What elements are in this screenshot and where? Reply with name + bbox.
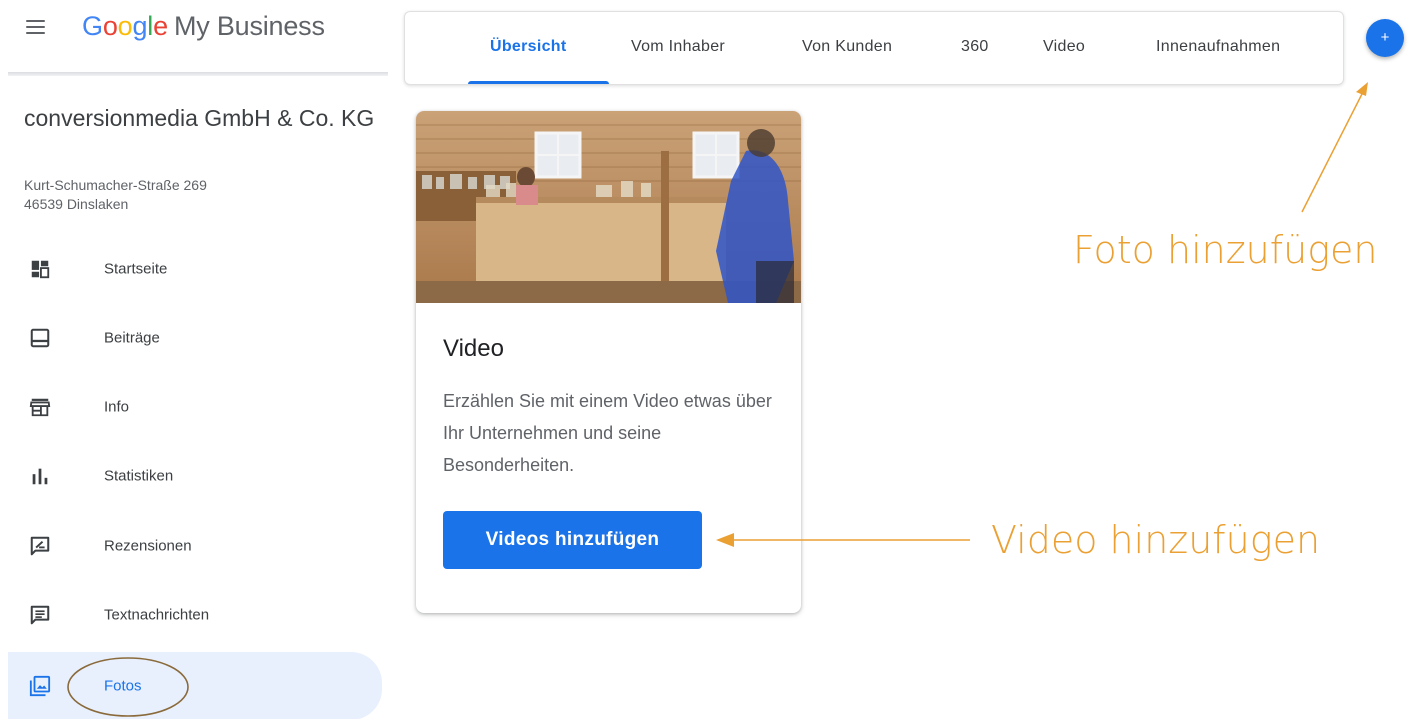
sidebar-item-statistiken[interactable]: Statistiken [8, 445, 382, 507]
sidebar-item-label: Statistiken [104, 467, 174, 485]
brand-product-name: My Business [173, 11, 325, 41]
photo-library-icon [29, 675, 51, 697]
tab-von-kunden[interactable]: Von Kunden [802, 38, 892, 56]
brand-letter: e [153, 11, 168, 41]
sidebar-item-label: Beiträge [104, 329, 160, 347]
sidebar-item-fotos[interactable]: Fotos [8, 652, 382, 719]
storefront-icon [29, 398, 51, 417]
tab-video[interactable]: Video [1043, 38, 1085, 56]
annotation-arrow-foto [1301, 91, 1364, 213]
tab-innenaufnahmen[interactable]: Innenaufnahmen [1156, 38, 1280, 56]
active-tab-indicator [468, 81, 609, 84]
brand-letter: o [102, 11, 118, 41]
brand-letter: g [132, 11, 148, 41]
review-icon [30, 536, 50, 556]
business-name: conversionmedia GmbH & Co. KG [24, 105, 375, 131]
sidebar-item-textnachrichten[interactable]: Textnachrichten [8, 584, 382, 646]
arrowhead-icon [1356, 82, 1368, 96]
video-card: Video Erzählen Sie mit einem Video etwas… [416, 111, 801, 613]
add-icon: + [1380, 29, 1390, 46]
brand-letter: G [82, 11, 103, 41]
sidebar-item-beitraege[interactable]: Beiträge [8, 307, 382, 369]
business-address: Kurt-Schumacher-Straße 269 46539 Dinslak… [24, 176, 207, 214]
sidebar-item-info[interactable]: Info [8, 376, 382, 438]
tab-360[interactable]: 360 [961, 38, 989, 56]
message-icon [30, 605, 50, 625]
add-videos-button[interactable]: Videos hinzufügen [443, 511, 702, 569]
annotation-video-label: Video hinzufügen [991, 518, 1321, 562]
hamburger-menu-icon[interactable] [26, 18, 45, 34]
card-title: Video [443, 335, 504, 362]
dashboard-icon [31, 260, 50, 279]
card-description: Erzählen Sie mit einem Video etwas über … [443, 391, 772, 475]
sidebar-item-label: Rezensionen [104, 537, 192, 555]
add-photo-button[interactable]: + [1366, 19, 1404, 57]
google-my-business-logo: Google My Business [82, 11, 325, 42]
brand-letter: o [117, 11, 133, 41]
sidebar-item-label: Info [104, 398, 130, 416]
sidebar-item-rezensionen[interactable]: Rezensionen [8, 515, 382, 577]
shop-interior-photo [416, 111, 801, 303]
sidebar-item-label: Textnachrichten [104, 606, 210, 624]
bar-chart-icon [32, 468, 48, 485]
tab-uebersicht[interactable]: Übersicht [490, 38, 567, 56]
sidebar-item-label: Fotos [104, 677, 142, 695]
header-divider [8, 72, 388, 76]
sidebar-item-label: Startseite [104, 260, 168, 278]
posts-icon [30, 328, 50, 348]
business-street: Kurt-Schumacher-Straße 269 [24, 177, 207, 193]
business-city: 46539 Dinslaken [24, 196, 129, 212]
tab-vom-inhaber[interactable]: Vom Inhaber [631, 38, 725, 56]
sidebar-item-startseite[interactable]: Startseite [8, 238, 382, 300]
annotation-foto-label: Foto hinzufügen [1073, 228, 1378, 272]
photo-tabs-bar: Übersicht Vom Inhaber Von Kunden 360 Vid… [404, 11, 1344, 85]
